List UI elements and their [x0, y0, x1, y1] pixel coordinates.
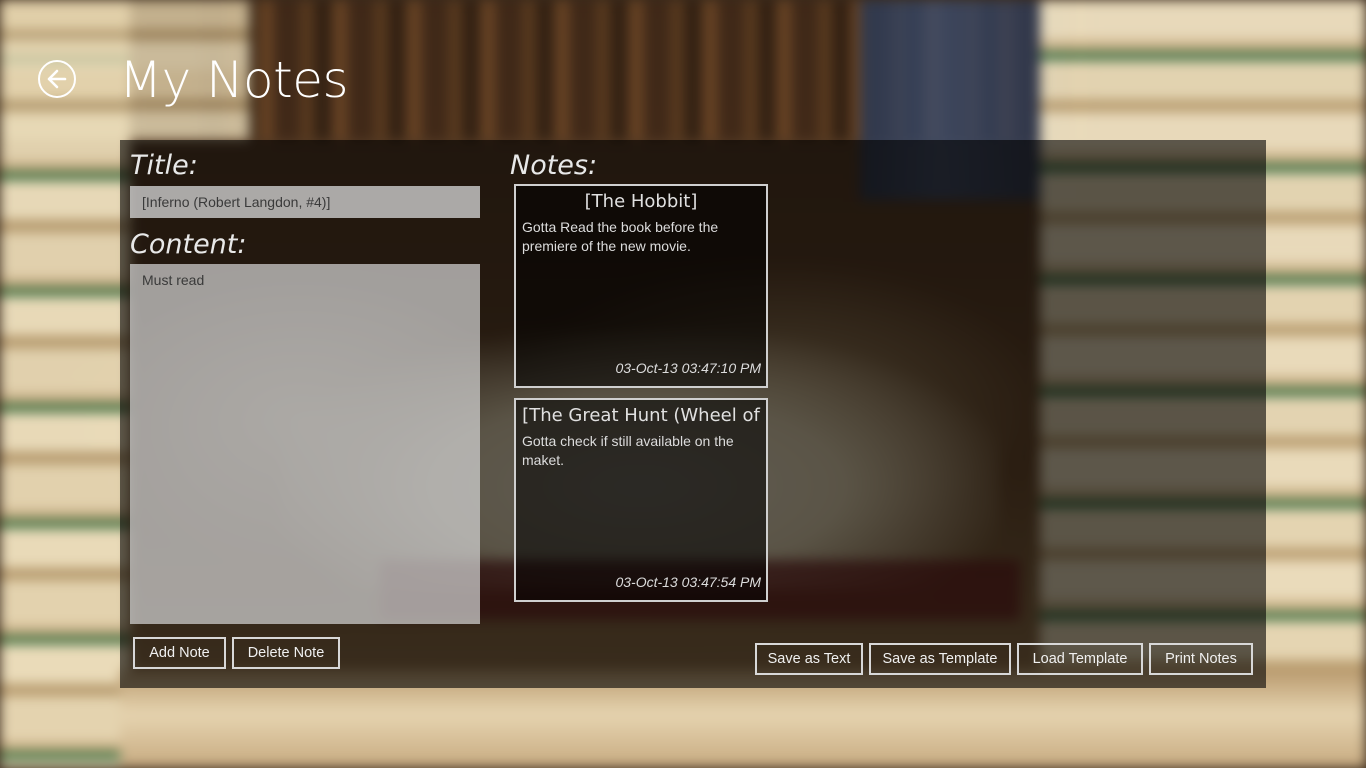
note-title: [The Hobbit] [584, 191, 698, 212]
title-input[interactable]: [Inferno (Robert Langdon, #4)] [130, 186, 480, 218]
add-note-button[interactable]: Add Note [133, 637, 226, 669]
save-as-text-button[interactable]: Save as Text [755, 643, 863, 675]
load-template-button[interactable]: Load Template [1017, 643, 1143, 675]
notes-label: Notes: [510, 150, 598, 181]
note-card[interactable]: [The Hobbit] Gotta Read the book before … [514, 184, 768, 388]
save-as-template-button[interactable]: Save as Template [869, 643, 1011, 675]
main-panel: Title: [Inferno (Robert Langdon, #4)] Co… [120, 140, 1266, 688]
note-card[interactable]: [The Great Hunt (Wheel of Gotta check if… [514, 398, 768, 602]
note-body: Gotta check if still available on the ma… [522, 433, 734, 468]
title-label: Title: [130, 150, 198, 181]
note-title: [The Great Hunt (Wheel of [522, 405, 760, 426]
back-button[interactable] [38, 60, 76, 98]
page-title: My Notes [119, 51, 349, 109]
note-timestamp: 03-Oct-13 03:47:10 PM [615, 360, 761, 376]
back-arrow-icon [47, 69, 67, 89]
content-textarea-value: Must read [142, 272, 205, 288]
delete-note-button[interactable]: Delete Note [232, 637, 340, 669]
note-body: Gotta Read the book before the premiere … [522, 219, 719, 254]
note-timestamp: 03-Oct-13 03:47:54 PM [615, 574, 761, 590]
title-input-value: [Inferno (Robert Langdon, #4)] [142, 194, 331, 210]
content-textarea[interactable]: Must read [130, 264, 480, 624]
content-label: Content: [130, 229, 247, 260]
print-notes-button[interactable]: Print Notes [1149, 643, 1253, 675]
